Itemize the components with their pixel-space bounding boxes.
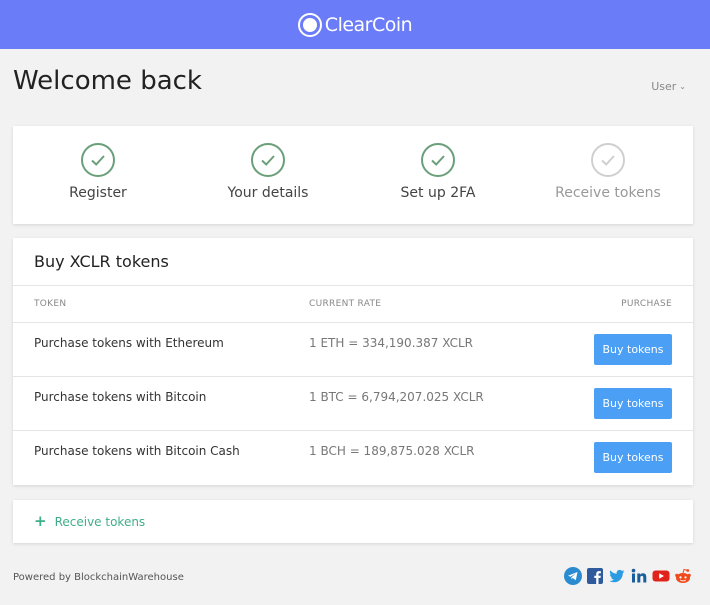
brand-logo[interactable]: ClearCoin (297, 12, 413, 37)
step-label: Receive tokens (555, 185, 661, 201)
powered-by-text: Powered by BlockchainWarehouse (13, 572, 184, 583)
column-header-purchase: PURCHASE (621, 299, 672, 309)
check-circle-icon (81, 143, 115, 177)
receive-tokens-label: Receive tokens (54, 514, 146, 529)
buy-tokens-title: Buy XCLR tokens (13, 238, 693, 286)
buy-tokens-button-btc[interactable]: Buy tokens (594, 388, 672, 419)
brand-name: ClearCoin (324, 13, 413, 36)
user-menu[interactable]: User ⌄ (651, 80, 686, 93)
token-cell: Purchase tokens with Ethereum (34, 336, 224, 350)
step-label: Register (69, 185, 127, 201)
step-receive-tokens: Receive tokens (523, 126, 693, 224)
chevron-down-icon: ⌄ (679, 82, 686, 91)
table-row: Purchase tokens with Bitcoin 1 BTC = 6,7… (13, 377, 693, 431)
check-circle-icon (421, 143, 455, 177)
check-circle-pending-icon (591, 143, 625, 177)
table-row: Purchase tokens with Ethereum 1 ETH = 33… (13, 323, 693, 377)
telegram-icon[interactable] (564, 567, 582, 585)
twitter-icon[interactable] (608, 567, 626, 585)
token-cell: Purchase tokens with Bitcoin Cash (34, 444, 240, 458)
user-menu-label: User (651, 80, 677, 93)
token-cell: Purchase tokens with Bitcoin (34, 390, 207, 404)
purchase-cell: Buy tokens (578, 442, 693, 473)
top-bar: ClearCoin (0, 0, 710, 49)
step-label: Set up 2FA (400, 185, 476, 201)
receive-tokens-card: + Receive tokens (13, 500, 693, 543)
facebook-icon[interactable] (586, 567, 604, 585)
reddit-icon[interactable] (674, 567, 692, 585)
rate-cell: 1 BCH = 189,875.028 XCLR (309, 444, 475, 458)
buy-tokens-button-bch[interactable]: Buy tokens (594, 442, 672, 473)
receive-tokens-link[interactable]: + Receive tokens (34, 514, 145, 529)
column-header-rate: CURRENT RATE (309, 299, 382, 309)
check-circle-icon (251, 143, 285, 177)
buy-tokens-card: Buy XCLR tokens TOKEN CURRENT RATE PURCH… (13, 238, 693, 485)
step-label: Your details (227, 185, 309, 201)
column-header-token: TOKEN (34, 299, 67, 309)
clearcoin-logo-icon (297, 12, 322, 37)
plus-icon: + (34, 512, 47, 530)
step-set-up-2fa: Set up 2FA (353, 126, 523, 224)
rate-cell: 1 ETH = 334,190.387 XCLR (309, 336, 473, 350)
step-register: Register (13, 126, 183, 224)
page-title: Welcome back (13, 66, 202, 96)
onboarding-steps: Register Your details Set up 2FA Receive… (13, 126, 693, 224)
buy-tokens-button-eth[interactable]: Buy tokens (594, 334, 672, 365)
table-row: Purchase tokens with Bitcoin Cash 1 BCH … (13, 431, 693, 485)
youtube-icon[interactable] (652, 567, 670, 585)
step-your-details: Your details (183, 126, 353, 224)
social-links (564, 567, 692, 585)
purchase-cell: Buy tokens (578, 334, 693, 365)
linkedin-icon[interactable] (630, 567, 648, 585)
rate-cell: 1 BTC = 6,794,207.025 XCLR (309, 390, 484, 404)
purchase-cell: Buy tokens (578, 388, 693, 419)
table-header: TOKEN CURRENT RATE PURCHASE (13, 286, 693, 323)
